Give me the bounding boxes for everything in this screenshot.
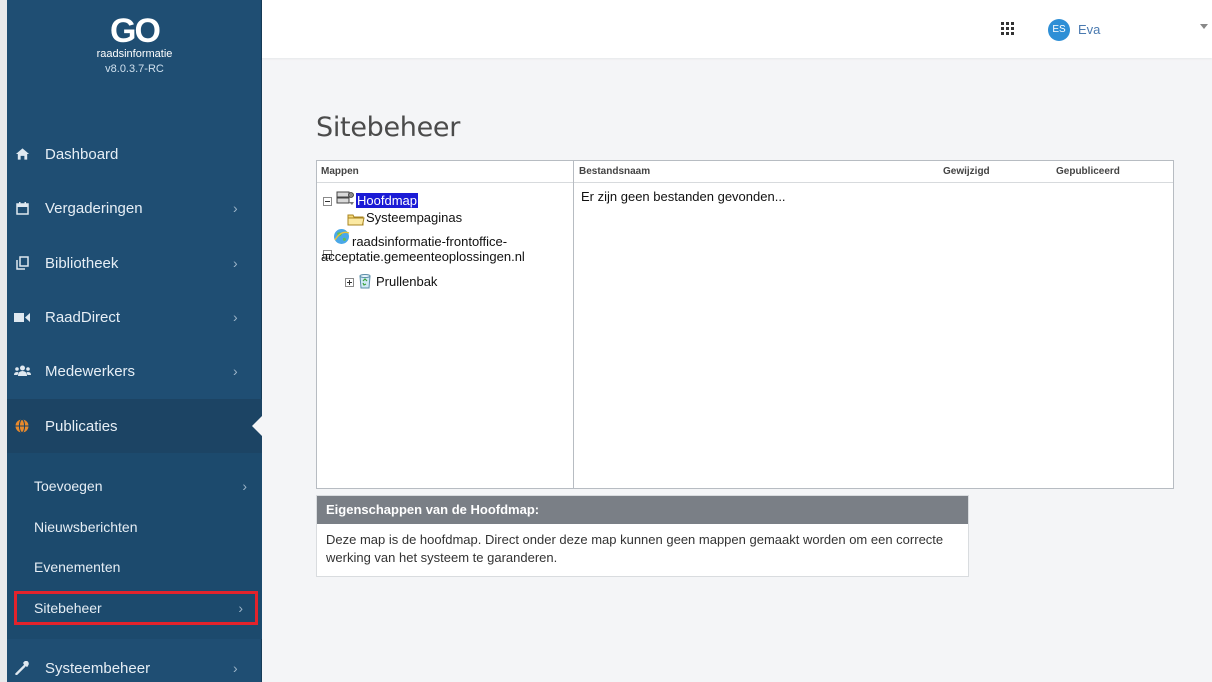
go-logo-text: GO xyxy=(110,12,161,50)
column-header-published[interactable]: Gepubliceerd xyxy=(1056,166,1120,177)
sidebar-item-label: Vergaderingen xyxy=(45,199,143,217)
product-name: raadsinformatie xyxy=(96,48,173,60)
sub-item-nieuwsberichten[interactable]: Nieuwsberichten xyxy=(7,510,262,544)
sidebar-item-raaddirect[interactable]: RaadDirect › xyxy=(7,290,262,344)
apps-grid-icon[interactable] xyxy=(1001,22,1017,38)
chevron-right-icon: › xyxy=(233,363,238,379)
folder-icon xyxy=(347,212,365,226)
wrench-icon xyxy=(13,661,31,675)
sidebar-item-label: Medewerkers xyxy=(45,362,136,380)
folder-properties: Eigenschappen van de Hoofdmap: Deze map … xyxy=(316,495,969,577)
chevron-right-icon: › xyxy=(233,200,238,216)
file-manager-panel: Mappen Bestandsnaam Gewijzigd Gepublicee… xyxy=(316,160,1174,489)
sidebar-item-medewerkers[interactable]: Medewerkers › xyxy=(7,344,262,398)
empty-files-message: Er zijn geen bestanden gevonden... xyxy=(581,189,786,204)
sidebar-item-dashboard[interactable]: Dashboard xyxy=(7,127,262,181)
server-icon xyxy=(335,190,355,206)
table-header: Mappen Bestandsnaam Gewijzigd Gepublicee… xyxy=(317,161,1173,183)
video-camera-icon xyxy=(13,312,31,323)
globe-site-icon xyxy=(333,228,350,245)
globe-icon xyxy=(13,419,31,433)
users-icon xyxy=(13,365,31,377)
tree-label-root[interactable]: Hoofdmap xyxy=(356,193,418,208)
recycle-bin-icon xyxy=(357,273,373,289)
brand-logo[interactable]: GO raadsinformatie v8.0.3.7-RC xyxy=(7,0,262,105)
sidebar-item-label: RaadDirect xyxy=(45,308,121,326)
sidebar-item-label: Dashboard xyxy=(45,145,119,163)
tree-node-root[interactable]: Hoofdmap xyxy=(323,190,418,208)
sidebar-item-publicaties[interactable]: Publicaties xyxy=(7,399,262,453)
sub-item-label: Nieuwsberichten xyxy=(34,519,138,535)
column-header-filename[interactable]: Bestandsnaam xyxy=(579,166,650,177)
sidebar-item-bibliotheek[interactable]: Bibliotheek › xyxy=(7,236,262,290)
column-header-modified[interactable]: Gewijzigd xyxy=(943,166,990,177)
tree-label-site-line1[interactable]: raadsinformatie-frontoffice- xyxy=(352,234,525,249)
sub-item-label: Sitebeheer xyxy=(34,600,102,616)
sidebar-item-systeembeheer[interactable]: Systeembeheer › xyxy=(7,641,262,682)
tree-label-site-line2[interactable]: acceptatie.gemeenteoplossingen.nl xyxy=(321,249,525,264)
top-bar: ES Eva xyxy=(262,0,1212,58)
chevron-right-icon: › xyxy=(238,600,243,616)
sidebar-item-label: Publicaties xyxy=(45,417,118,435)
sidebar-item-vergaderingen[interactable]: Vergaderingen › xyxy=(7,181,262,235)
calendar-icon xyxy=(13,201,31,215)
tree-node-site[interactable]: raadsinformatie-frontoffice- acceptatie.… xyxy=(321,229,525,264)
home-icon xyxy=(13,147,31,161)
sub-item-label: Toevoegen xyxy=(34,478,103,494)
tree-node-system-pages[interactable]: Systeempaginas xyxy=(347,210,462,226)
caret-down-icon[interactable] xyxy=(1200,24,1208,29)
publicaties-submenu: Toevoegen › Nieuwsberichten Evenementen … xyxy=(7,453,262,639)
user-avatar[interactable]: ES xyxy=(1048,19,1070,41)
sidebar: GO raadsinformatie v8.0.3.7-RC Dashboard… xyxy=(0,0,262,682)
chevron-right-icon: › xyxy=(233,660,238,676)
tree-node-trash[interactable]: Prullenbak xyxy=(345,274,437,289)
column-divider[interactable] xyxy=(573,161,574,488)
sub-item-label: Evenementen xyxy=(34,559,121,575)
app-version: v8.0.3.7-RC xyxy=(105,63,164,75)
copy-icon xyxy=(13,256,31,270)
chevron-right-icon: › xyxy=(233,255,238,271)
tree-label-trash[interactable]: Prullenbak xyxy=(376,274,437,289)
sub-item-evenementen[interactable]: Evenementen xyxy=(7,550,262,584)
collapse-icon[interactable] xyxy=(323,197,332,206)
chevron-right-icon: › xyxy=(233,309,238,325)
column-header-folders: Mappen xyxy=(321,166,359,177)
tree-site-label-wrap: raadsinformatie-frontoffice- acceptatie.… xyxy=(321,229,525,264)
properties-title: Eigenschappen van de Hoofdmap: xyxy=(317,496,968,524)
sidebar-item-label: Systeembeheer xyxy=(45,659,151,677)
user-name[interactable]: Eva xyxy=(1078,22,1100,37)
sub-item-sitebeheer[interactable]: Sitebeheer › xyxy=(14,591,258,625)
expand-icon[interactable] xyxy=(345,278,354,287)
chevron-right-icon: › xyxy=(242,478,247,494)
properties-description: Deze map is de hoofdmap. Direct onder de… xyxy=(326,532,944,565)
sub-item-toevoegen[interactable]: Toevoegen › xyxy=(7,469,262,503)
page-title: Sitebeheer xyxy=(316,112,461,143)
sidebar-item-label: Bibliotheek xyxy=(45,254,119,272)
tree-label-system-pages[interactable]: Systeempaginas xyxy=(366,210,462,225)
